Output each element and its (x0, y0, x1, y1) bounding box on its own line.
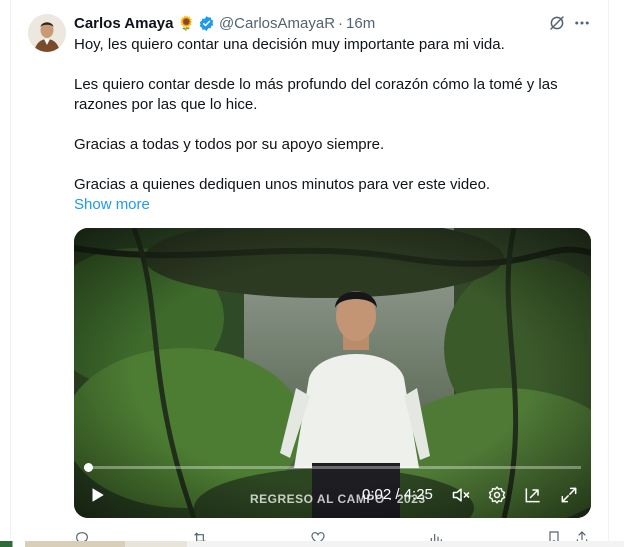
tweet-line: Gracias a todas y todos por su apoyo sie… (74, 136, 385, 153)
play-icon[interactable] (86, 484, 108, 506)
video-progress-handle[interactable] (83, 463, 93, 472)
video-frame (74, 228, 591, 518)
settings-icon[interactable] (486, 484, 508, 506)
tweet-line: Hoy, les quiero contar una decisión muy … (74, 36, 505, 53)
background-strip (0, 541, 624, 547)
grok-icon[interactable] (546, 12, 568, 34)
tweet-line: Les quiero contar desde lo más profundo … (74, 76, 558, 113)
more-icon[interactable] (571, 12, 593, 34)
sunflower-emoji: 🌻 (177, 14, 195, 31)
picture-in-picture-icon[interactable] (522, 484, 544, 506)
show-more-link[interactable]: Show more (74, 196, 150, 213)
video-progress-bar[interactable] (83, 463, 581, 472)
tweet-header: Carlos Amaya 🌻 @CarlosAmayaR · 16m (74, 13, 375, 33)
tweet-line: Gracias a quienes dediquen unos minutos … (74, 176, 491, 193)
avatar[interactable] (28, 14, 66, 52)
verified-badge-icon (198, 15, 215, 32)
video-timecode: 0:02 / 4:25 (362, 486, 433, 503)
author-name[interactable]: Carlos Amaya (74, 15, 174, 32)
volume-muted-icon[interactable] (450, 484, 472, 506)
video-player[interactable]: REGRESO AL CAMPO · 2023 0:02 / 4:25 (74, 228, 591, 518)
tweet-text: Hoy, les quiero contar una decisión muy … (74, 35, 584, 215)
separator-dot: · (338, 14, 344, 32)
tweet-time[interactable]: 16m (346, 15, 375, 32)
fullscreen-icon[interactable] (558, 484, 580, 506)
author-handle[interactable]: @CarlosAmayaR (219, 15, 335, 32)
avatar-image (28, 14, 66, 52)
